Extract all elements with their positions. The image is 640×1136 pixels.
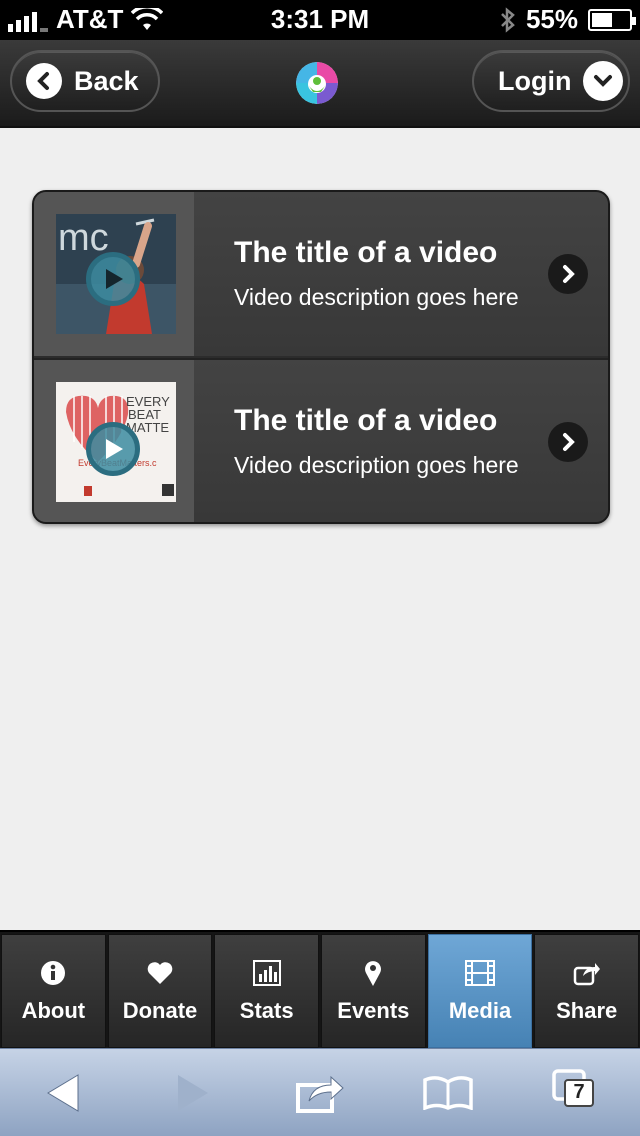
tab-events[interactable]: Events xyxy=(321,934,426,1048)
bluetooth-icon xyxy=(501,6,515,33)
tab-about[interactable]: About xyxy=(1,934,106,1048)
heart-icon xyxy=(145,958,175,988)
play-icon xyxy=(86,252,140,306)
tab-donate[interactable]: Donate xyxy=(107,934,213,1048)
video-description: Video description goes here xyxy=(234,452,519,478)
share-arrow-icon xyxy=(296,1075,344,1113)
share-icon xyxy=(572,958,602,988)
tab-label: Share xyxy=(556,998,618,1023)
chevron-right-icon xyxy=(548,254,588,294)
video-description: Video description goes here xyxy=(234,284,519,310)
back-label: Back xyxy=(74,65,139,96)
arrow-right-icon xyxy=(178,1074,208,1111)
tab-label: About xyxy=(21,998,86,1023)
chevron-left-icon xyxy=(26,63,62,99)
thumbnail-cell: EVERY BEAT MATTE EveryBeatMatters.c xyxy=(34,360,194,522)
map-pin-icon xyxy=(358,958,388,988)
tab-stats[interactable]: Stats xyxy=(214,934,320,1048)
back-button[interactable]: Back xyxy=(10,50,160,112)
tab-label: Donate xyxy=(122,998,198,1023)
battery-percent: 55% xyxy=(525,4,578,34)
header-bar: Back Login xyxy=(0,40,640,128)
chevron-down-icon xyxy=(583,61,624,101)
video-thumbnail: EVERY BEAT MATTE EveryBeatMatters.c xyxy=(56,382,176,502)
tab-label: Media xyxy=(448,998,512,1023)
tab-share[interactable]: Share xyxy=(534,934,640,1048)
video-list-item[interactable]: mc The title of a video Video descriptio… xyxy=(34,192,608,356)
browser-toolbar: 7 xyxy=(0,1048,640,1136)
browser-share-button[interactable] xyxy=(288,1063,352,1123)
thumbnail-cell: mc xyxy=(34,192,194,356)
video-title: The title of a video xyxy=(234,236,498,269)
arrow-left-icon xyxy=(47,1073,79,1112)
video-list-item[interactable]: EVERY BEAT MATTE EveryBeatMatters.c The … xyxy=(34,358,608,522)
tab-count: 7 xyxy=(564,1078,594,1107)
tab-bar: About Donate Stats Events Media Share xyxy=(0,930,640,1048)
tab-media[interactable]: Media xyxy=(427,934,533,1048)
tab-label: Stats xyxy=(239,998,294,1023)
info-icon xyxy=(38,958,68,988)
battery-icon xyxy=(588,8,636,31)
browser-back-button[interactable] xyxy=(32,1063,96,1123)
browser-bookmarks-button[interactable] xyxy=(416,1063,480,1123)
video-thumbnail: mc xyxy=(56,214,176,334)
app-logo[interactable] xyxy=(296,62,338,104)
play-icon xyxy=(86,422,140,476)
chevron-right-icon xyxy=(548,422,588,462)
book-icon xyxy=(423,1075,473,1110)
login-label: Login xyxy=(498,65,572,96)
login-button[interactable]: Login xyxy=(472,50,630,112)
video-title: The title of a video xyxy=(234,404,498,437)
video-list: mc The title of a video Video descriptio… xyxy=(32,190,610,524)
svg-text:mc: mc xyxy=(58,217,109,259)
tab-label: Events xyxy=(337,998,410,1023)
film-icon xyxy=(465,958,496,988)
bar-chart-icon xyxy=(252,958,282,988)
browser-forward-button[interactable] xyxy=(160,1063,224,1123)
browser-tabs-button[interactable]: 7 xyxy=(544,1063,608,1123)
status-bar: AT&T 3:31 PM 55% xyxy=(0,0,640,40)
